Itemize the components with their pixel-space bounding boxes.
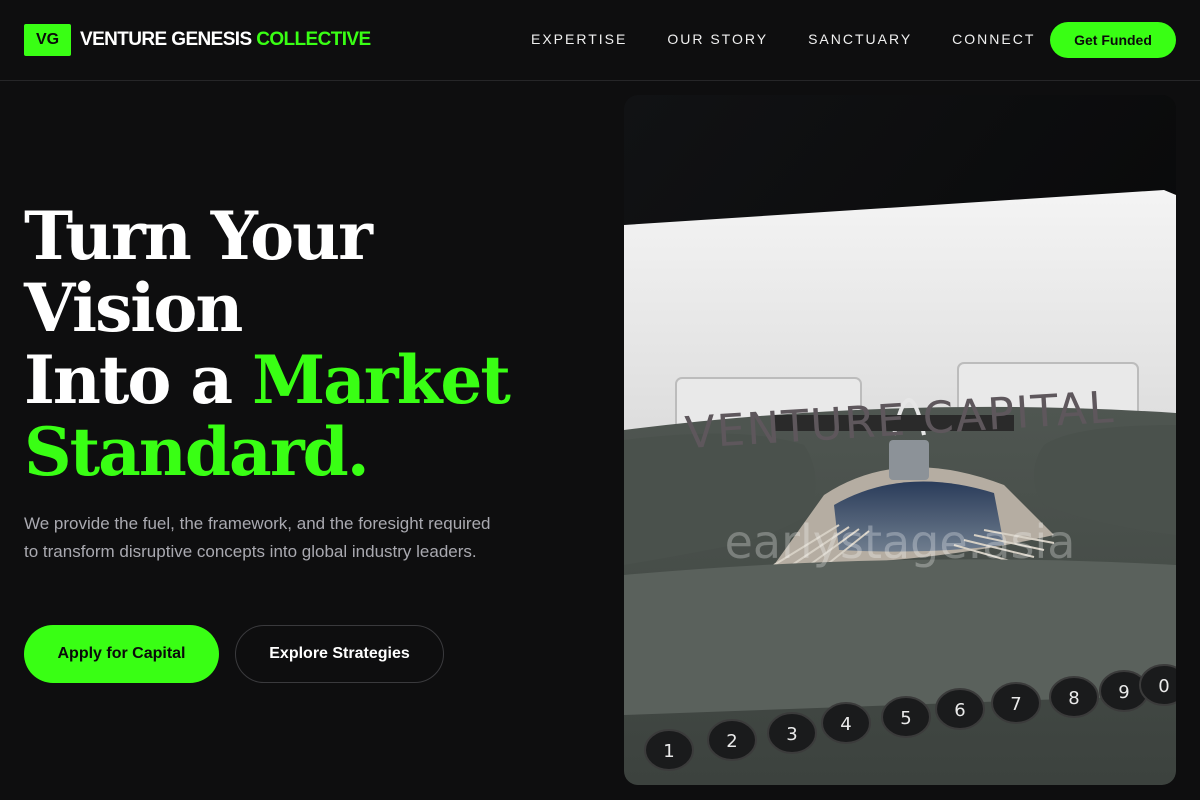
nav-link-sanctuary[interactable]: SANCTUARY — [808, 30, 912, 48]
svg-text:5: 5 — [900, 708, 911, 729]
headline-line-1: Turn Your — [24, 197, 373, 275]
svg-text:0: 0 — [1158, 676, 1169, 697]
brand-name: VENTURE GENESIS COLLECTIVE — [80, 29, 371, 51]
svg-text:9: 9 — [1118, 682, 1129, 703]
headline-line-3-green: Market — [252, 341, 511, 419]
nav-link-connect[interactable]: CONNECT — [952, 30, 1035, 48]
headline-line-3: Into a Market — [24, 344, 564, 416]
svg-text:1: 1 — [663, 741, 674, 762]
main-nav: EXPERTISE OUR STORY SANCTUARY CONNECT — [531, 30, 1035, 48]
get-funded-button[interactable]: Get Funded — [1050, 22, 1176, 58]
hero-subtext: We provide the fuel, the framework, and … — [24, 514, 491, 561]
site-header: VG VENTURE GENESIS COLLECTIVE EXPERTISE … — [0, 0, 1200, 81]
nav-link-expertise[interactable]: EXPERTISE — [531, 30, 627, 48]
brand-name-accent: COLLECTIVE — [256, 29, 371, 50]
apply-for-capital-button[interactable]: Apply for Capital — [24, 625, 219, 683]
nav-link-our-story[interactable]: OUR STORY — [667, 30, 768, 48]
svg-text:3: 3 — [786, 724, 797, 745]
svg-text:2: 2 — [726, 731, 737, 752]
headline-line-3-white: Into a — [24, 341, 233, 419]
svg-text:6: 6 — [954, 700, 965, 721]
image-watermark: earlystage.asia — [724, 515, 1076, 569]
svg-text:8: 8 — [1068, 688, 1079, 709]
headline-line-4: Standard. — [24, 413, 370, 491]
brand-name-main: VENTURE GENESIS — [80, 29, 252, 50]
svg-text:7: 7 — [1010, 694, 1021, 715]
explore-strategies-button[interactable]: Explore Strategies — [235, 625, 444, 683]
hero-image-typewriter: 123 456 789 0 VENTURE CAPITAL earlystage… — [624, 95, 1176, 785]
headline-line-2: Vision — [24, 269, 243, 347]
svg-text:4: 4 — [840, 714, 851, 735]
brand-logo[interactable]: VG VENTURE GENESIS COLLECTIVE — [24, 24, 371, 56]
logo-badge: VG — [24, 24, 71, 56]
hero-headline: Turn Your Vision Into a Market Standard. — [24, 200, 564, 488]
